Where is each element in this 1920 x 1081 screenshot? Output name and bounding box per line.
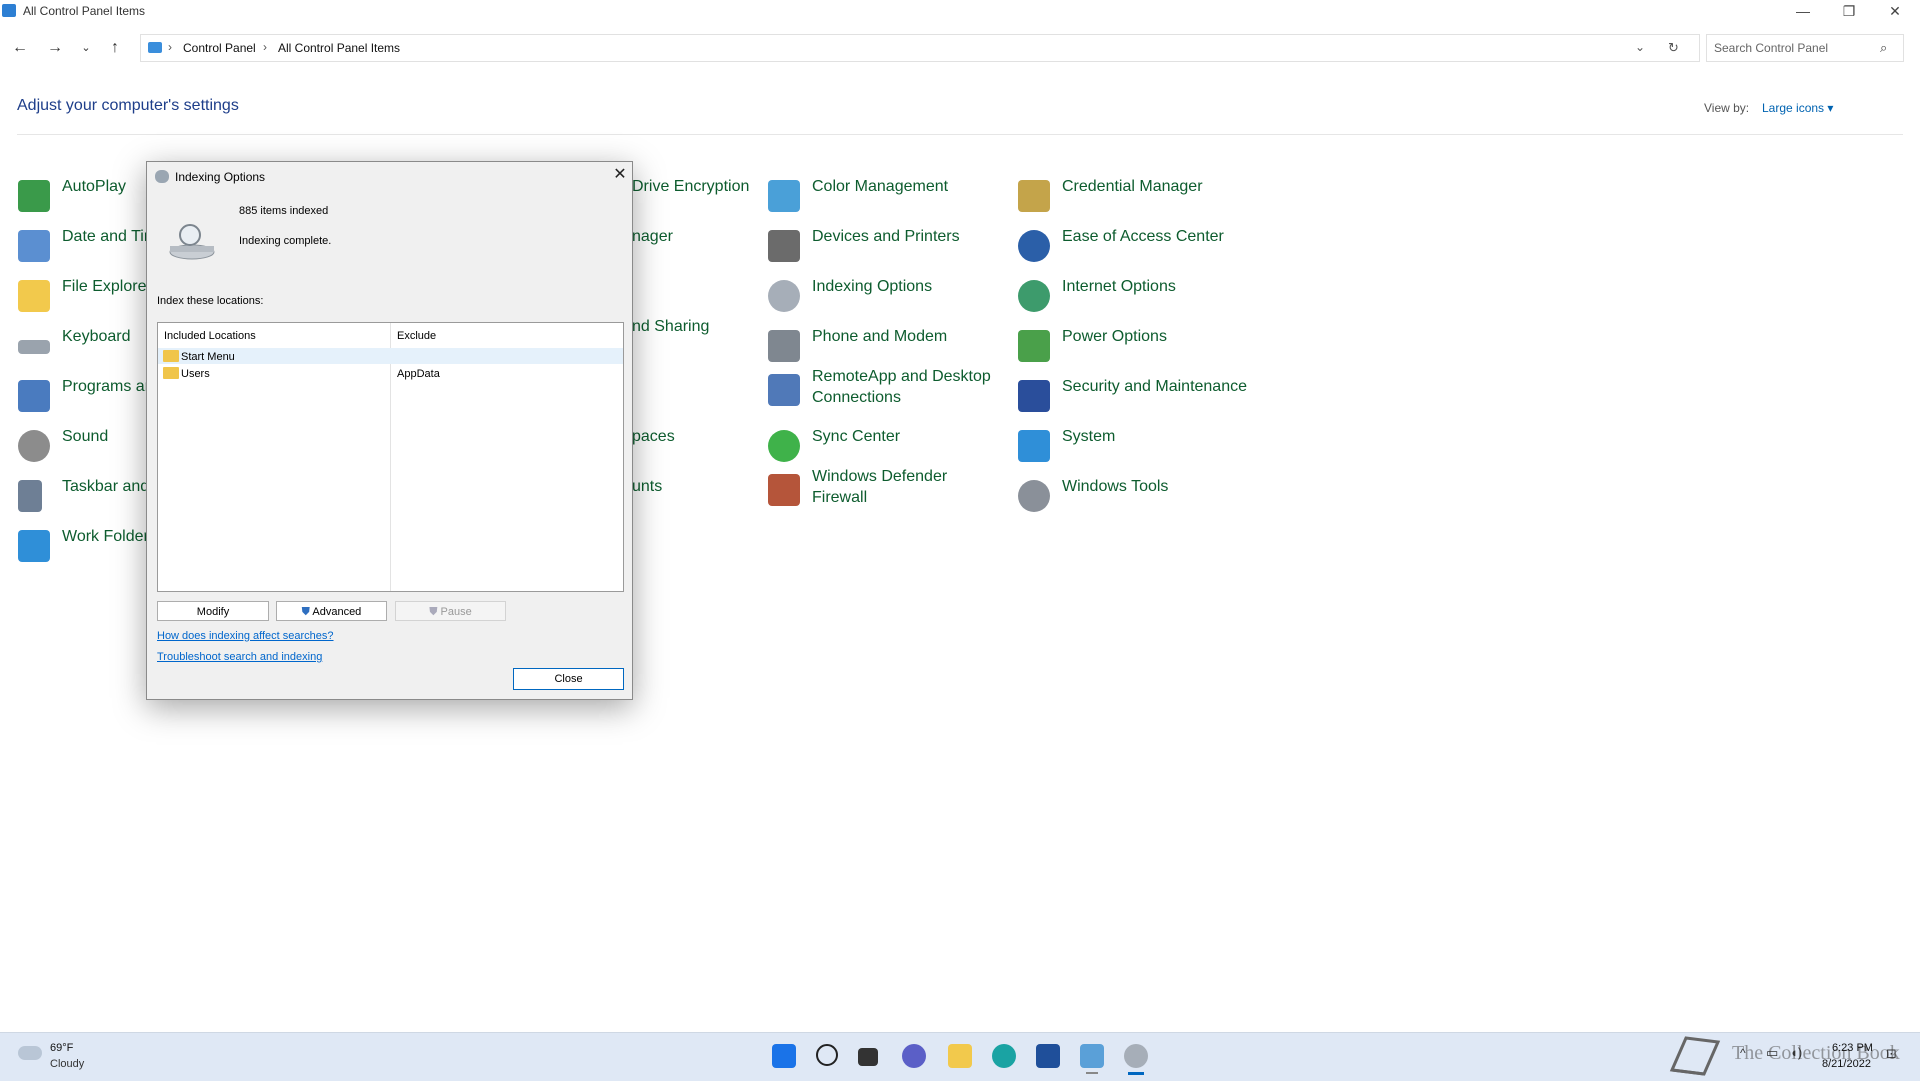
cp-item-storage-spaces[interactable]: paces [632, 426, 675, 447]
weather-condition[interactable]: Cloudy [50, 1058, 84, 1070]
indexing-icon[interactable] [1124, 1044, 1148, 1068]
ease-of-access-icon [1018, 230, 1050, 262]
search-icon[interactable]: ⌕ [1880, 40, 1887, 56]
advanced-button[interactable]: ⛊ Advanced [276, 601, 387, 621]
folder-icon [163, 350, 179, 362]
cp-item-network-sharing[interactable]: nd Sharing [632, 316, 709, 337]
folder-icon [18, 280, 50, 312]
breadcrumb-control-panel[interactable]: Control Panel [183, 41, 256, 55]
volume-icon[interactable]: ◖) [1790, 1045, 1802, 1060]
autoplay-icon [18, 180, 50, 212]
shield-icon: ⛊ [301, 606, 310, 618]
chat-icon[interactable] [902, 1044, 926, 1068]
clock-time[interactable]: 6:23 PM [1832, 1042, 1873, 1054]
window-title: All Control Panel Items [23, 4, 146, 18]
view-by-label: View by: [1704, 101, 1750, 115]
task-view-icon[interactable] [858, 1048, 878, 1066]
keyboard-icon [18, 340, 50, 354]
column-header-included[interactable]: Included Locations [164, 330, 256, 342]
work-folders-icon [18, 530, 50, 562]
troubleshoot-link[interactable]: Troubleshoot search and indexing [157, 651, 322, 663]
control-panel-icon [148, 42, 162, 53]
restore-button[interactable]: ❐ [1826, 0, 1872, 24]
cloud-icon[interactable] [18, 1046, 42, 1060]
breadcrumb-all-items[interactable]: All Control Panel Items [278, 41, 400, 55]
indexing-icon [155, 170, 169, 183]
column-header-exclude[interactable]: Exclude [397, 330, 436, 342]
row-location: Start Menu [181, 351, 235, 363]
store-icon[interactable] [1036, 1044, 1060, 1068]
indexing-icon [768, 280, 800, 312]
color-management-icon [768, 180, 800, 212]
cp-item-manager[interactable]: nager [632, 226, 673, 247]
close-button[interactable]: Close [513, 668, 624, 690]
search-placeholder: Search Control Panel [1714, 41, 1829, 55]
view-by-dropdown[interactable]: Large icons ▾ [1762, 101, 1833, 115]
credential-icon [1018, 180, 1050, 212]
monitor-icon [1018, 430, 1050, 462]
sync-icon [768, 430, 800, 462]
indexing-status: Indexing complete. [239, 235, 332, 247]
calendar-icon [18, 230, 50, 262]
taskbar-icon [18, 480, 42, 512]
network-icon[interactable]: ▭ [1766, 1045, 1778, 1061]
clock-date[interactable]: 8/21/2022 [1822, 1058, 1871, 1070]
address-dropdown-icon[interactable]: ⌄ [1635, 40, 1645, 54]
recent-locations-chevron-icon[interactable]: ⌄ [74, 36, 98, 60]
search-icon[interactable] [816, 1044, 838, 1066]
indexing-help-link[interactable]: How does indexing affect searches? [157, 630, 334, 642]
gear-icon [1018, 480, 1050, 512]
items-indexed-count: 885 items indexed [239, 205, 329, 217]
active-indicator [1128, 1072, 1144, 1075]
forward-arrow-icon[interactable]: → [43, 36, 67, 60]
book-icon [1669, 1036, 1721, 1076]
close-icon[interactable]: ✕ [610, 164, 630, 184]
control-panel-icon[interactable] [1080, 1044, 1104, 1068]
running-indicator [1086, 1072, 1098, 1074]
row-exclude: AppData [397, 368, 440, 380]
edge-icon[interactable] [992, 1044, 1016, 1068]
pause-button[interactable]: ⛊ Pause [395, 601, 506, 621]
minimize-button[interactable]: — [1780, 0, 1826, 24]
chevron-right-icon: › [168, 40, 172, 54]
start-icon[interactable] [772, 1044, 796, 1068]
battery-icon [1018, 330, 1050, 362]
weather-temperature[interactable]: 69°F [50, 1042, 73, 1054]
remoteapp-icon [768, 374, 800, 406]
globe-icon [1018, 280, 1050, 312]
shield-icon: ⛊ [429, 606, 438, 618]
refresh-icon[interactable]: ↻ [1668, 40, 1679, 56]
firewall-icon [768, 474, 800, 506]
cp-item-user-accounts[interactable]: unts [632, 476, 662, 497]
file-explorer-icon[interactable] [948, 1044, 972, 1068]
modify-button[interactable]: Modify [157, 601, 269, 621]
cp-item-drive-encryption[interactable]: Drive Encryption [632, 176, 749, 197]
chevron-up-icon[interactable]: ^ [1740, 1046, 1746, 1060]
title-bar [0, 0, 1920, 24]
control-panel-icon [2, 4, 16, 17]
up-arrow-icon[interactable]: ↑ [103, 36, 127, 60]
flag-icon [1018, 380, 1050, 412]
programs-icon [18, 380, 50, 412]
phone-icon [768, 330, 800, 362]
watermark: The Collection Book [1732, 1042, 1900, 1064]
printer-icon [768, 230, 800, 262]
page-title: Adjust your computer's settings [17, 97, 239, 114]
folder-icon [163, 367, 179, 379]
divider [17, 134, 1903, 135]
index-locations-label: Index these locations: [157, 295, 264, 307]
dialog-title: Indexing Options [175, 170, 266, 184]
indexing-large-icon [169, 224, 215, 260]
close-window-button[interactable]: ✕ [1872, 0, 1918, 24]
speaker-icon [18, 430, 50, 462]
back-arrow-icon[interactable]: ← [8, 36, 32, 60]
notification-icon[interactable]: ⊡ [1886, 1046, 1897, 1062]
chevron-right-icon: › [263, 40, 267, 54]
row-location[interactable]: Users [181, 368, 210, 380]
